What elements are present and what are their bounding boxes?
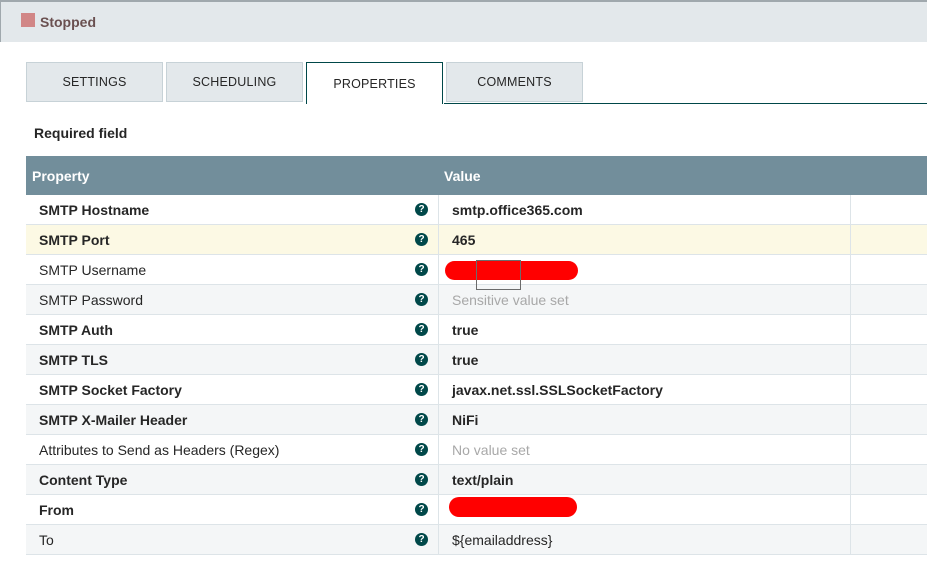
property-name: To <box>39 532 54 548</box>
property-value-cell[interactable]: text/plain <box>440 465 851 494</box>
inline-editor-box[interactable] <box>476 260 521 290</box>
property-name: SMTP Username <box>39 262 147 278</box>
property-name-cell: From ? <box>26 495 439 524</box>
property-value: true <box>452 352 479 368</box>
property-value-cell[interactable] <box>440 495 851 524</box>
question-circle-icon[interactable]: ? <box>415 233 428 246</box>
properties-table: Property Value SMTP Hostname ? smtp.offi… <box>26 156 927 555</box>
table-row[interactable]: SMTP TLS ? true <box>26 345 927 375</box>
stopped-status-icon <box>21 13 35 27</box>
property-name-cell: To ? <box>26 525 439 554</box>
tab-underline <box>444 103 927 104</box>
tab-comments[interactable]: COMMENTS <box>446 62 583 102</box>
question-circle-icon[interactable]: ? <box>415 533 428 546</box>
property-name: SMTP TLS <box>39 352 108 368</box>
property-name: Content Type <box>39 472 128 488</box>
tab-bar: SETTINGS SCHEDULING PROPERTIES COMMENTS <box>26 62 927 104</box>
question-circle-icon[interactable]: ? <box>415 413 428 426</box>
table-row[interactable]: From ? <box>26 495 927 525</box>
property-value: ${emailaddress} <box>452 532 553 548</box>
property-name-cell: SMTP Password ? <box>26 285 439 314</box>
question-circle-icon[interactable]: ? <box>415 263 428 276</box>
property-name: SMTP Auth <box>39 322 113 338</box>
property-value-cell[interactable]: true <box>440 315 851 344</box>
property-value-cell[interactable]: javax.net.ssl.SSLSocketFactory <box>440 375 851 404</box>
property-name-cell: SMTP Port ? <box>26 225 439 254</box>
question-circle-icon[interactable]: ? <box>415 203 428 216</box>
header-value: Value <box>444 168 481 184</box>
property-value-cell[interactable]: smtp.office365.com <box>440 195 851 224</box>
status-bar: Stopped <box>0 0 927 42</box>
question-circle-icon[interactable]: ? <box>415 503 428 516</box>
property-value: smtp.office365.com <box>452 202 583 218</box>
property-name: Attributes to Send as Headers (Regex) <box>39 442 280 458</box>
property-name-cell: SMTP TLS ? <box>26 345 439 374</box>
property-name: SMTP Port <box>39 232 110 248</box>
table-row[interactable]: To ? ${emailaddress} <box>26 525 927 555</box>
table-row[interactable]: Content Type ? text/plain <box>26 465 927 495</box>
tab-properties[interactable]: PROPERTIES <box>306 62 443 104</box>
table-row[interactable]: SMTP Auth ? true <box>26 315 927 345</box>
table-row[interactable]: Attributes to Send as Headers (Regex) ? … <box>26 435 927 465</box>
property-value-cell[interactable]: true <box>440 345 851 374</box>
property-value: NiFi <box>452 412 479 428</box>
property-name-cell: SMTP Socket Factory ? <box>26 375 439 404</box>
tab-settings[interactable]: SETTINGS <box>26 62 163 102</box>
question-circle-icon[interactable]: ? <box>415 443 428 456</box>
property-value: No value set <box>452 442 530 458</box>
property-value: Sensitive value set <box>452 292 569 308</box>
property-name-cell: Content Type ? <box>26 465 439 494</box>
table-header: Property Value <box>26 156 927 195</box>
tab-scheduling[interactable]: SCHEDULING <box>166 62 303 102</box>
property-name-cell: SMTP Auth ? <box>26 315 439 344</box>
table-row[interactable]: SMTP X-Mailer Header ? NiFi <box>26 405 927 435</box>
header-property: Property <box>32 168 90 184</box>
property-value: 465 <box>452 232 476 248</box>
status-label: Stopped <box>40 14 96 30</box>
table-row[interactable]: SMTP Socket Factory ? javax.net.ssl.SSLS… <box>26 375 927 405</box>
table-row[interactable]: SMTP Port ? 465 <box>26 225 927 255</box>
property-value: javax.net.ssl.SSLSocketFactory <box>452 382 663 398</box>
property-value-cell[interactable]: 465 <box>440 225 851 254</box>
question-circle-icon[interactable]: ? <box>415 323 428 336</box>
property-name: SMTP Hostname <box>39 202 150 218</box>
property-name: SMTP X-Mailer Header <box>39 412 188 428</box>
property-name-cell: SMTP X-Mailer Header ? <box>26 405 439 434</box>
question-circle-icon[interactable]: ? <box>415 353 428 366</box>
property-value-cell[interactable]: NiFi <box>440 405 851 434</box>
property-name: SMTP Socket Factory <box>39 382 182 398</box>
property-name: SMTP Password <box>39 292 143 308</box>
property-name: From <box>39 502 74 518</box>
property-name-cell: SMTP Username ? <box>26 255 439 284</box>
property-value-cell[interactable]: ${emailaddress} <box>440 525 851 554</box>
redaction-mark <box>449 497 577 517</box>
table-row[interactable]: SMTP Hostname ? smtp.office365.com <box>26 195 927 225</box>
property-value-cell[interactable]: No value set <box>440 435 851 464</box>
question-circle-icon[interactable]: ? <box>415 383 428 396</box>
required-field-label: Required field <box>34 125 128 141</box>
property-name-cell: SMTP Hostname ? <box>26 195 439 224</box>
property-value: true <box>452 322 479 338</box>
question-circle-icon[interactable]: ? <box>415 293 428 306</box>
question-circle-icon[interactable]: ? <box>415 473 428 486</box>
property-name-cell: Attributes to Send as Headers (Regex) ? <box>26 435 439 464</box>
property-value: text/plain <box>452 472 514 488</box>
